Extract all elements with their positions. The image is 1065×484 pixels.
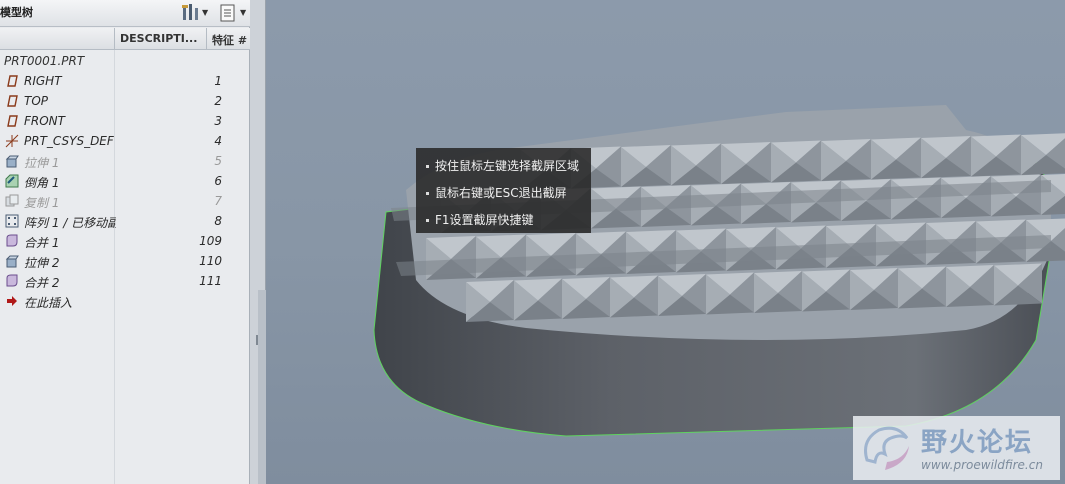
tree-row-label: FRONT <box>24 114 65 128</box>
tree-row[interactable]: 在此插入 <box>0 291 250 311</box>
chevron-down-icon: ▼ <box>202 8 209 17</box>
tree-row-feature-number: 6 <box>214 174 222 188</box>
tree-row[interactable]: TOP 2 <box>0 91 250 111</box>
watermark-title: 野火论坛 <box>921 428 1034 458</box>
column-separator[interactable] <box>206 28 207 50</box>
datum-plane-icon <box>5 94 19 108</box>
tree-row-feature-number: 3 <box>214 114 222 128</box>
datum-plane-icon <box>5 74 19 88</box>
tree-row-label: 合并 2 <box>24 276 60 290</box>
tree-row-label: 合并 1 <box>24 236 60 250</box>
tree-row-feature-number: 110 <box>199 254 222 268</box>
chevron-down-icon: ▼ <box>240 8 247 17</box>
tree-row[interactable]: 合并 2 111 <box>0 271 250 291</box>
extrude-icon <box>5 254 19 268</box>
chamfer-icon <box>5 174 19 188</box>
tree-scrollbar[interactable] <box>258 290 266 484</box>
tree-row-label: 复制 1 <box>24 196 60 210</box>
bullet-icon <box>426 192 429 195</box>
tree-row[interactable]: 复制 1 7 <box>0 191 250 211</box>
forum-logo-icon <box>864 426 909 470</box>
pattern-icon <box>5 214 19 228</box>
tooltip-line: F1设置截屏快捷键 <box>426 211 534 228</box>
3d-model <box>373 105 1065 437</box>
tree-row[interactable]: 拉伸 1 5 <box>0 151 250 171</box>
tree-row-label: 拉伸 1 <box>24 156 60 170</box>
tree-row-feature-number: 8 <box>214 214 222 228</box>
tree-row-feature-number: 4 <box>214 134 222 148</box>
datum-plane-icon <box>5 114 19 128</box>
tree-row[interactable]: PRT_CSYS_DEF 4 <box>0 131 250 151</box>
tree-tools-icon <box>182 4 198 20</box>
tree-list-icon <box>220 4 235 22</box>
extrude-icon <box>5 154 19 168</box>
graphics-viewport[interactable] <box>266 0 1065 484</box>
tree-row[interactable]: 合并 1 109 <box>0 231 250 251</box>
tree-settings-button[interactable]: ▼ <box>180 2 210 24</box>
model-tree-title: 模型树 <box>0 6 33 19</box>
insert-here-icon <box>5 294 19 308</box>
tree-row-label: 倒角 1 <box>24 176 60 190</box>
csys-icon <box>5 134 19 148</box>
tree-column-header: DESCRIPTI... 特征 # <box>0 28 250 50</box>
tree-row-feature-number: 1 <box>214 74 222 88</box>
model-tree-panel: 模型树 ▼ ▼ DESCRIPTI... 特征 # PRT0001.PRT RI… <box>0 0 250 484</box>
screenshot-tooltip: 按住鼠标左键选择截屏区域 鼠标右键或ESC退出截屏 F1设置截屏快捷键 <box>416 148 591 233</box>
tree-row-feature-number: 111 <box>199 274 222 288</box>
tree-row-label: TOP <box>24 94 49 108</box>
copy-icon <box>5 194 19 208</box>
tree-row-label: RIGHT <box>24 74 62 88</box>
watermark-url: www.proewildfire.cn <box>921 458 1043 472</box>
tooltip-line: 鼠标右键或ESC退出截屏 <box>426 184 567 201</box>
tree-root-part[interactable]: PRT0001.PRT <box>4 54 84 68</box>
tree-row[interactable]: FRONT 3 <box>0 111 250 131</box>
tree-row-feature-number: 7 <box>214 194 222 208</box>
tree-row[interactable]: 阵列 1 / 已移动副 8 <box>0 211 250 231</box>
tree-row-feature-number: 2 <box>214 94 222 108</box>
tree-row-label: 在此插入 <box>24 296 73 310</box>
column-separator[interactable] <box>114 28 115 50</box>
merge-icon <box>5 274 19 288</box>
tree-row-feature-number: 109 <box>199 234 222 248</box>
model-tree-header: 模型树 ▼ ▼ <box>0 0 250 27</box>
column-description[interactable]: DESCRIPTI... <box>120 32 197 45</box>
tree-row-feature-number: 5 <box>214 154 222 168</box>
tree-show-button[interactable]: ▼ <box>218 2 250 24</box>
bullet-icon <box>426 219 429 222</box>
tree-row[interactable]: 拉伸 2 110 <box>0 251 250 271</box>
tree-row-label: PRT_CSYS_DEF <box>24 134 114 148</box>
tooltip-line: 按住鼠标左键选择截屏区域 <box>426 157 579 174</box>
tree-row-label: 拉伸 2 <box>24 256 60 270</box>
tree-row[interactable]: RIGHT 1 <box>0 71 250 91</box>
forum-watermark: 野火论坛 www.proewildfire.cn <box>853 416 1060 480</box>
column-feature-number[interactable]: 特征 # <box>212 32 247 48</box>
tree-row-label: 阵列 1 / 已移动副 <box>24 216 116 230</box>
merge-icon <box>5 234 19 248</box>
bullet-icon <box>426 165 429 168</box>
tree-row[interactable]: 倒角 1 6 <box>0 171 250 191</box>
